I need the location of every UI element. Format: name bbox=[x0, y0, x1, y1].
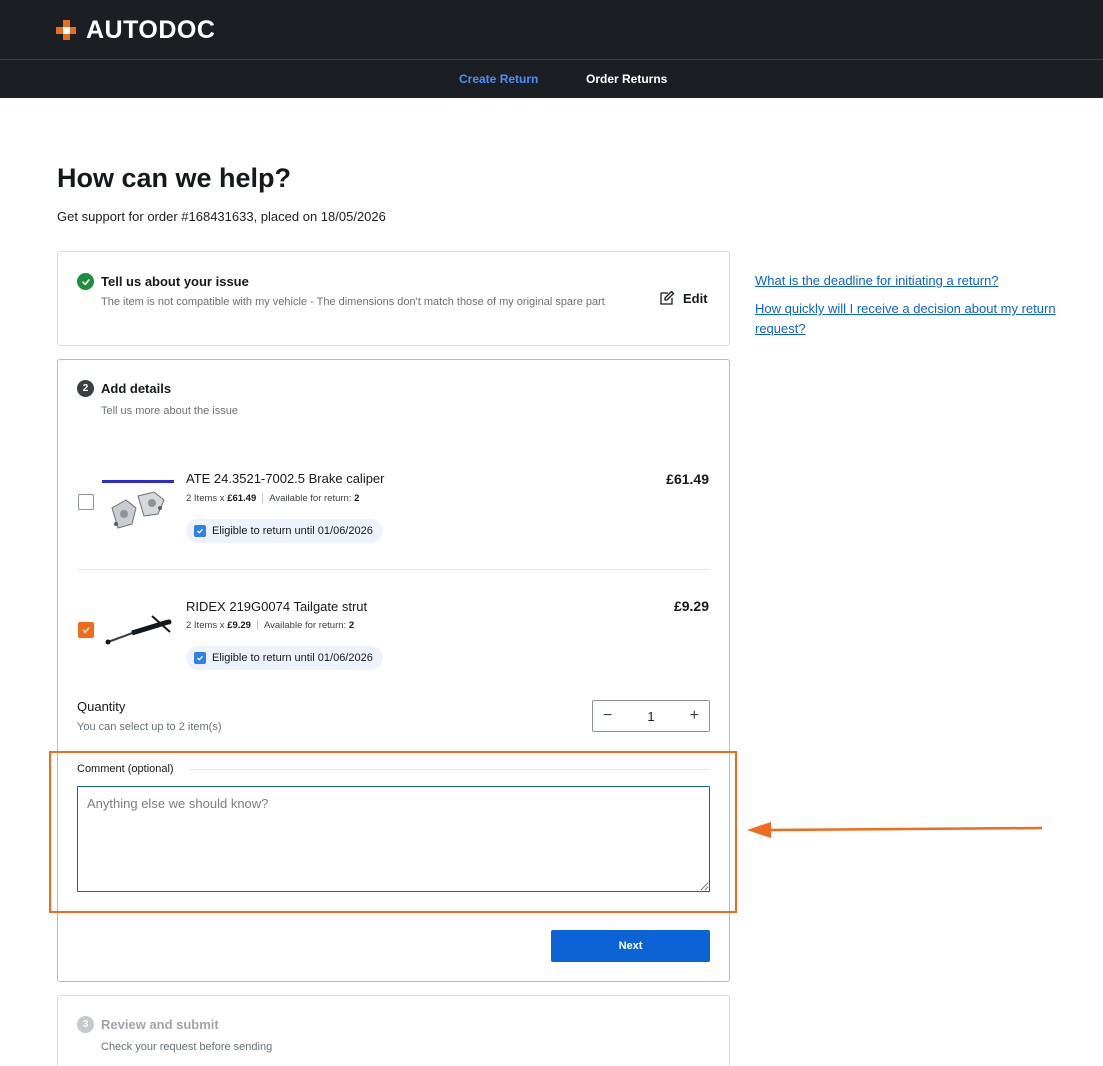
product-checkbox[interactable] bbox=[78, 494, 94, 510]
calendar-check-icon bbox=[194, 652, 206, 664]
edit-issue-button[interactable]: Edit bbox=[659, 290, 708, 306]
quantity-stepper: − 1 + bbox=[592, 700, 710, 732]
unit-price: £61.49 bbox=[227, 493, 257, 504]
step-number-badge: 2 bbox=[77, 380, 94, 397]
step-review-description: Check your request before sending bbox=[101, 1041, 273, 1053]
check-circle-icon bbox=[77, 273, 94, 290]
quantity-hint: You can select up to 2 item(s) bbox=[77, 721, 222, 733]
checkmark-icon bbox=[82, 627, 90, 634]
quantity-label: Quantity bbox=[77, 699, 126, 714]
autodoc-logo[interactable]: AUTODOC bbox=[56, 15, 216, 44]
step-review-card: 3 Review and submit Check your request b… bbox=[57, 995, 730, 1066]
edit-label: Edit bbox=[683, 290, 708, 306]
step-issue-title: Tell us about your issue bbox=[101, 274, 249, 289]
divider bbox=[77, 569, 710, 570]
eligibility-text: Eligible to return until 01/06/2026 bbox=[212, 525, 373, 537]
step-details-title: Add details bbox=[101, 381, 172, 396]
unit-price: £9.29 bbox=[227, 620, 251, 631]
qty-text: 2 Items x bbox=[186, 493, 228, 504]
faq-link-decision-time[interactable]: How quickly will I receive a decision ab… bbox=[755, 299, 1075, 339]
edit-pencil-icon bbox=[660, 290, 675, 305]
product-checkbox-checked[interactable] bbox=[78, 622, 94, 638]
quantity-value: 1 bbox=[647, 708, 655, 724]
product-meta: 2 Items x £61.49 Available for return: 2 bbox=[186, 493, 359, 504]
calendar-check-icon bbox=[194, 525, 206, 537]
available-label: Available for return: bbox=[263, 620, 349, 631]
minus-icon[interactable]: − bbox=[603, 707, 612, 725]
product-price: £9.29 bbox=[673, 598, 709, 614]
available-label: Available for return: bbox=[269, 493, 355, 504]
eligibility-text: Eligible to return until 01/06/2026 bbox=[212, 652, 373, 664]
comment-divider bbox=[190, 769, 710, 770]
available-count: 2 bbox=[348, 620, 355, 631]
comment-label: Comment (optional) bbox=[77, 763, 174, 775]
qty-text: 2 Items x bbox=[186, 620, 228, 631]
step-details-description: Tell us more about the issue bbox=[101, 405, 238, 417]
step-number-badge: 3 bbox=[77, 1016, 94, 1033]
tailgate-strut-image bbox=[105, 615, 172, 645]
page-title: How can we help? bbox=[57, 163, 292, 193]
eligibility-badge: Eligible to return until 01/06/2026 bbox=[186, 519, 383, 543]
next-button[interactable]: Next bbox=[551, 930, 710, 962]
tab-create-return[interactable]: Create Return bbox=[459, 72, 538, 86]
nav-bar: Create Return Order Returns bbox=[0, 60, 1103, 98]
step-review-title: Review and submit bbox=[101, 1017, 219, 1032]
product-name: RIDEX 219G0074 Tailgate strut bbox=[186, 599, 368, 614]
faq-link-deadline[interactable]: What is the deadline for initiating a re… bbox=[755, 271, 1085, 291]
step-issue-card: Tell us about your issue The item is not… bbox=[57, 251, 730, 346]
brake-caliper-image bbox=[102, 480, 174, 529]
top-header: AUTODOC bbox=[0, 0, 1103, 60]
product-name: ATE 24.3521-7002.5 Brake caliper bbox=[186, 471, 385, 486]
product-item: ATE 24.3521-7002.5 Brake caliper 2 Items… bbox=[58, 460, 729, 570]
available-count: 2 bbox=[354, 493, 360, 504]
comment-textarea[interactable] bbox=[77, 786, 710, 892]
step-issue-description: The item is not compatible with my vehic… bbox=[101, 296, 605, 308]
eligibility-badge: Eligible to return until 01/06/2026 bbox=[186, 646, 383, 670]
product-item: RIDEX 219G0074 Tailgate strut 2 Items x … bbox=[58, 588, 729, 698]
product-meta: 2 Items x £9.29 Available for return: 2 bbox=[186, 620, 354, 631]
brand-name: AUTODOC bbox=[86, 15, 216, 44]
order-subtitle: Get support for order #168431633, placed… bbox=[57, 209, 386, 224]
annotation-arrow-icon bbox=[747, 822, 1043, 838]
logo-plus-icon bbox=[56, 20, 76, 40]
plus-icon[interactable]: + bbox=[690, 707, 699, 725]
step-details-card: 2 Add details Tell us more about the iss… bbox=[57, 359, 730, 982]
product-price: £61.49 bbox=[666, 471, 709, 487]
tab-order-returns[interactable]: Order Returns bbox=[586, 72, 667, 86]
